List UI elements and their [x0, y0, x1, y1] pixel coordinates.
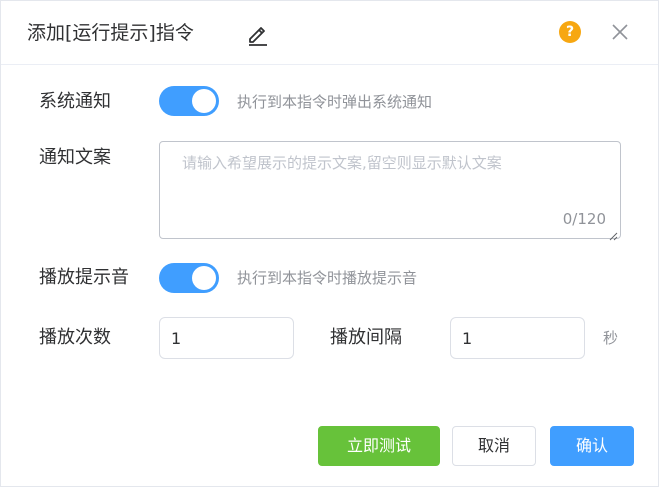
resize-handle-icon[interactable] — [608, 226, 618, 241]
play-sound-label: 播放提示音 — [39, 267, 129, 288]
confirm-button[interactable]: 确认 — [550, 426, 634, 466]
char-counter: 0/120 — [562, 210, 606, 228]
play-count-input[interactable] — [159, 317, 294, 359]
system-notify-switch[interactable] — [159, 86, 219, 116]
play-sound-hint: 执行到本指令时播放提示音 — [237, 269, 418, 287]
notify-text-label: 通知文案 — [39, 147, 111, 168]
play-interval-label: 播放间隔 — [330, 327, 402, 348]
interval-unit: 秒 — [603, 329, 619, 347]
cancel-button[interactable]: 取消 — [452, 426, 536, 466]
system-notify-hint: 执行到本指令时弹出系统通知 — [237, 93, 433, 111]
play-interval-input[interactable] — [450, 317, 585, 359]
dialog: 添加[运行提示]指令 ? 系统通知 执行到本指令时弹出系统通知 通知文案 0/1… — [0, 0, 659, 487]
test-now-button[interactable]: 立即测试 — [318, 426, 440, 466]
switch-knob — [192, 266, 216, 290]
help-icon[interactable]: ? — [559, 21, 581, 43]
play-count-label: 播放次数 — [39, 327, 111, 348]
dialog-title: 添加[运行提示]指令 — [27, 22, 194, 44]
edit-icon[interactable] — [245, 21, 271, 47]
notify-text-field: 0/120 — [159, 141, 621, 241]
dialog-header: 添加[运行提示]指令 ? — [1, 1, 658, 65]
notify-text-input[interactable] — [160, 142, 620, 238]
switch-knob — [192, 89, 216, 113]
play-sound-switch[interactable] — [159, 263, 219, 293]
system-notify-label: 系统通知 — [39, 91, 111, 112]
close-icon[interactable] — [609, 21, 631, 43]
